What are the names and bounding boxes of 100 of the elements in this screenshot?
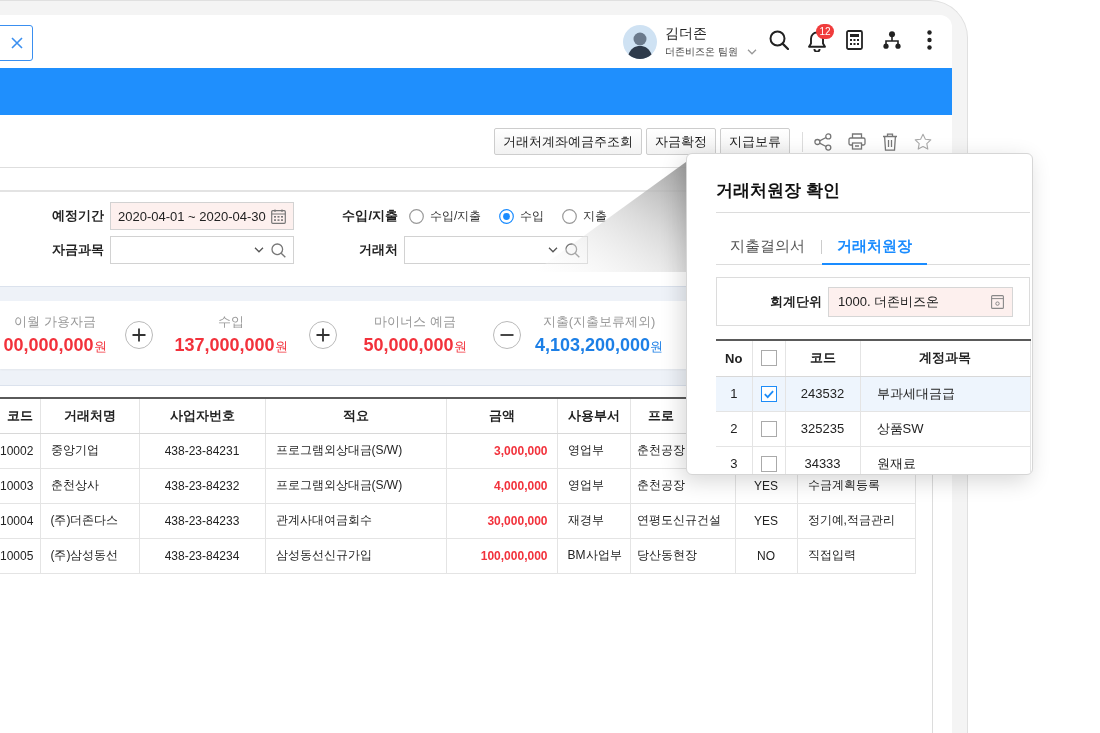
summary-label: 지출(지출보류제외) [542,314,656,330]
checkbox[interactable] [760,350,777,367]
table-row[interactable]: 3 34333 원재료 [716,446,1030,474]
table-cell: 원재료 [876,455,916,471]
field-label: 예정기간 [52,207,104,225]
table-cell: 프로그램외상대금(S/W) [275,478,403,492]
column-header: 코드 [809,350,836,366]
table-cell: 춘천상사 [50,478,99,492]
field-label: 수입/지출 [342,207,398,225]
lookup-icon[interactable] [991,294,1004,309]
account-unit-field[interactable]: 1000. 더존비즈온 [828,286,1013,317]
column-header: 코드 [6,407,33,423]
table-cell: YES [754,513,778,528]
org-chart-icon[interactable] [883,30,901,49]
table-row[interactable]: 2 325235 상품SW [716,411,1030,446]
field-label: 회계단위 [769,292,822,311]
table-cell: 연평도신규건설 [636,513,721,527]
table-cell: 직접입력 [807,548,856,562]
checkbox[interactable] [760,420,777,437]
close-icon [10,36,23,49]
table-cell: 당산동현장 [636,548,697,562]
date-range-field[interactable]: 2020-04-01 ~ 2020-04-30 [110,202,294,230]
table-cell: 수금계획등록 [807,478,880,492]
radio-option[interactable]: 지출 [562,207,608,225]
radio-option[interactable]: 수입/지출 [409,207,482,225]
column-header: 프로 [647,407,674,423]
notification-badge: 12 [816,24,834,39]
table-cell: 10003 [0,478,34,493]
chevron-down-icon[interactable] [254,247,264,253]
tab[interactable]: 지출결의서 [716,230,819,265]
table-cell: 정기예,적금관리 [807,513,895,527]
summary-label: 이월 가용자금 [14,314,96,330]
currency-unit: 원 [274,339,288,355]
table-cell: 3 [730,456,738,471]
amount-value: 4,103,200,000 [534,335,651,356]
plus-icon [309,321,337,349]
currency-unit: 원 [93,339,107,355]
toolbar-button[interactable]: 거래처계좌예금주조회 [494,128,642,155]
table-cell: 10002 [0,443,34,458]
table-cell: 춘천공장 [636,443,685,457]
amount-value: 00,000,000 [3,335,94,356]
table-cell: 4,000,000 [494,478,548,493]
chevron-down-icon[interactable] [548,247,558,253]
kebab-menu-icon[interactable] [927,29,932,50]
field-label: 거래처 [359,241,398,259]
table-cell: 영업부 [567,478,604,492]
search-icon[interactable] [769,29,789,50]
field-label: 자금과목 [52,241,104,259]
table-cell: 관계사대여금회수 [275,513,372,527]
calculator-icon[interactable] [846,29,863,50]
radio-icon[interactable] [499,208,515,224]
table-cell: 438-23-84231 [164,443,240,458]
table-cell: 10004 [0,513,34,528]
table-cell: 100,000,000 [480,548,548,563]
select-field[interactable] [110,236,294,264]
column-header: 사용부서 [567,407,620,423]
table-cell: 438-23-84232 [164,478,240,493]
table-cell: (주)더존다스 [50,513,119,527]
printer-icon[interactable] [848,133,866,150]
star-icon[interactable] [914,132,932,151]
user-role: 더존비즈온 팀원 [665,45,738,58]
checkbox[interactable] [760,385,777,402]
table-cell: 243532 [800,386,845,401]
minus-icon [493,321,521,349]
table-cell: 438-23-84234 [164,548,240,563]
summary-label: 마이너스 예금 [374,314,456,330]
table-cell: 영업부 [567,443,604,457]
amount-value: 137,000,000 [174,335,275,356]
table-cell: 34333 [804,456,841,471]
radio-icon[interactable] [409,208,424,224]
table-cell: (주)삼성동선 [50,548,119,562]
table-cell: 1 [730,386,738,401]
currency-unit: 원 [453,339,467,355]
radio-option[interactable]: 수입 [499,207,545,225]
column-header: 적요 [342,407,369,423]
table-cell: 3,000,000 [494,443,548,458]
calendar-icon[interactable] [271,208,286,224]
toolbar-button[interactable]: 지급보류 [720,128,790,155]
amount-value: 50,000,000 [363,335,454,356]
table-cell: 2 [730,421,738,436]
table-row[interactable]: 1 243532 부과세대금급 [716,376,1030,411]
table-cell: 삼성동선신규가입 [275,548,372,562]
checkbox[interactable] [760,455,777,472]
table-cell: 춘천공장 [636,478,685,492]
toolbar-button[interactable]: 자금확정 [646,128,716,155]
table-cell: 30,000,000 [487,513,548,528]
table-cell: BM사업부 [567,548,622,562]
trash-icon[interactable] [882,132,898,151]
close-button[interactable] [0,24,33,61]
table-cell: 부과세대금급 [876,385,955,401]
column-header: No [725,350,743,366]
radio-icon[interactable] [562,208,578,224]
table-cell: 중앙기업 [50,443,99,457]
table-cell: 438-23-84233 [164,513,240,528]
table-cell: 325235 [800,421,845,436]
table-cell: YES [754,478,778,493]
avatar-icon [623,24,658,59]
column-header: 거래처명 [63,407,116,423]
table-cell: 상품SW [876,420,924,436]
share-icon[interactable] [814,132,832,151]
